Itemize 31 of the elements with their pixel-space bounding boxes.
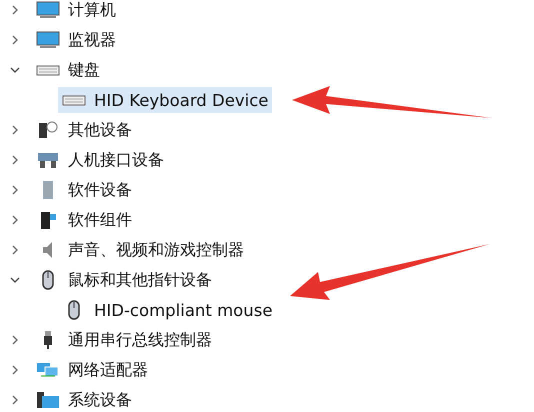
tree-item[interactable]: 人机接口设备	[32, 147, 168, 173]
tree-item[interactable]: HID-compliant mouse	[58, 297, 276, 323]
monitor-icon	[36, 30, 60, 50]
collapse-chevron-icon[interactable]	[10, 65, 20, 75]
expand-chevron-icon[interactable]	[10, 185, 20, 195]
tree-item[interactable]: 键盘	[32, 57, 104, 83]
tree-item[interactable]: 计算机	[32, 0, 120, 23]
tree-item[interactable]: 网络适配器	[32, 357, 152, 383]
expand-chevron-icon[interactable]	[10, 335, 20, 345]
expand-chevron-icon[interactable]	[10, 215, 20, 225]
expand-chevron-icon[interactable]	[10, 5, 20, 15]
expand-chevron-icon[interactable]	[10, 155, 20, 165]
folder-icon	[36, 390, 60, 410]
tree-item[interactable]: 鼠标和其他指针设备	[32, 267, 216, 293]
expand-chevron-icon[interactable]	[10, 365, 20, 375]
expand-chevron-icon[interactable]	[10, 245, 20, 255]
collapse-chevron-icon[interactable]	[10, 275, 20, 285]
tree-item[interactable]: 通用串行总线控制器	[32, 327, 216, 353]
tree-item[interactable]: 监视器	[32, 27, 120, 53]
tree-item[interactable]: 系统设备	[32, 387, 136, 412]
expand-chevron-icon[interactable]	[10, 35, 20, 45]
tree-item[interactable]: 其他设备	[32, 117, 136, 143]
tree-item[interactable]: HID Keyboard Device	[58, 87, 272, 113]
monitor-icon	[36, 0, 60, 20]
expand-chevron-icon[interactable]	[10, 125, 20, 135]
tree-item[interactable]: 软件组件	[32, 207, 136, 233]
expand-chevron-icon[interactable]	[10, 395, 20, 405]
tree-item[interactable]: 声音、视频和游戏控制器	[32, 237, 248, 263]
unknown-device-icon	[36, 120, 60, 140]
device-icon	[36, 150, 60, 170]
tree-item[interactable]: 软件设备	[32, 177, 136, 203]
